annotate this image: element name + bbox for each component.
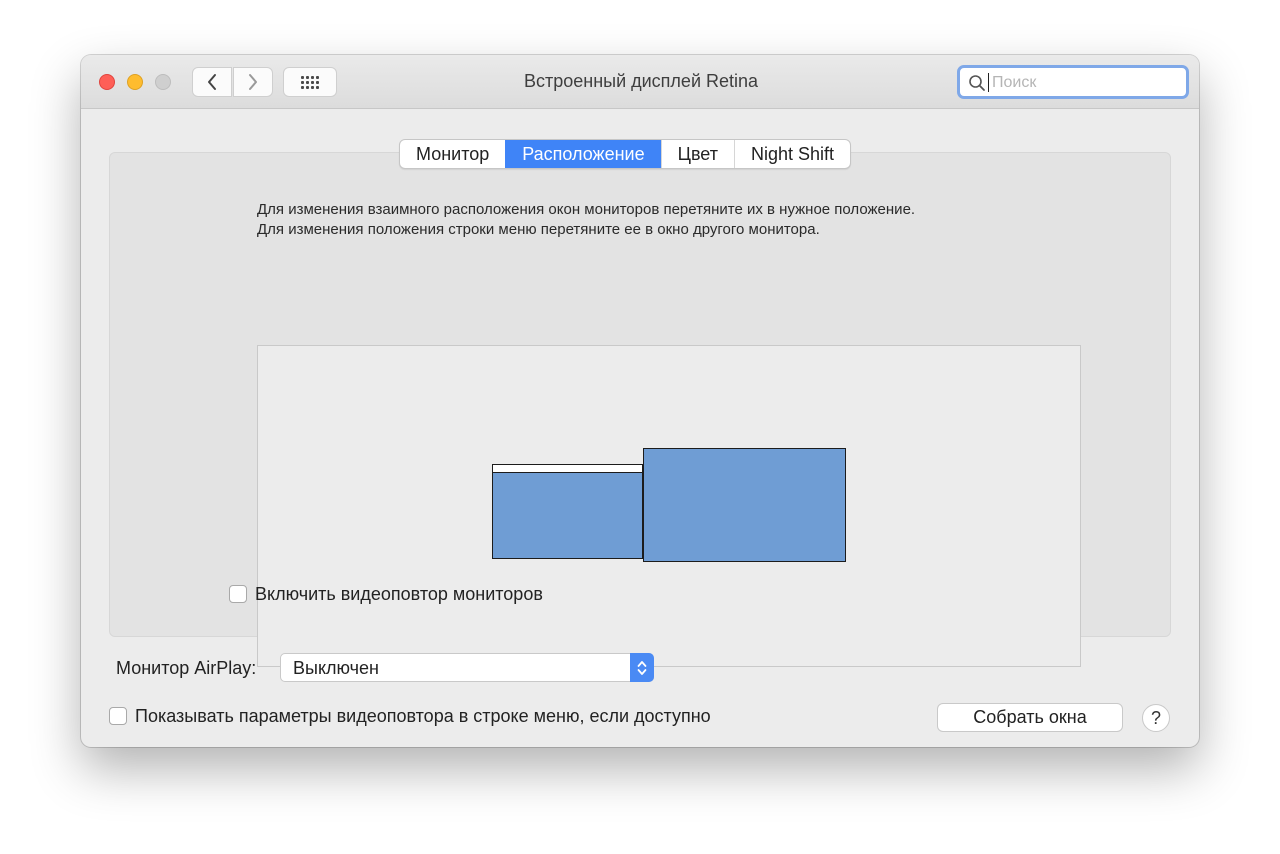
- navigation-buttons: [192, 67, 274, 97]
- close-button[interactable]: [99, 74, 115, 90]
- search-icon: [969, 75, 985, 91]
- mirror-displays-checkbox[interactable]: [229, 585, 247, 603]
- instruction-text-1: Для изменения взаимного расположения око…: [257, 201, 916, 218]
- tab-color[interactable]: Цвет: [660, 140, 734, 168]
- minimize-button[interactable]: [127, 74, 143, 90]
- menu-bar-indicator[interactable]: [493, 465, 642, 473]
- airplay-label: Монитор AirPlay:: [116, 658, 257, 678]
- gather-windows-button[interactable]: Собрать окна: [937, 703, 1123, 732]
- search-field[interactable]: [957, 65, 1189, 99]
- mirror-displays-label: Включить видеоповтор мониторов: [255, 584, 543, 604]
- chevron-right-icon: [249, 74, 257, 90]
- select-stepper[interactable]: [630, 653, 654, 682]
- zoom-button[interactable]: [155, 74, 171, 90]
- chevron-up-down-icon: [637, 660, 647, 675]
- system-preferences-window: Встроенный дисплей Retina Для изменения …: [81, 55, 1199, 747]
- grid-icon: [301, 75, 319, 89]
- tab-content-panel: Для изменения взаимного расположения око…: [109, 152, 1171, 667]
- tab-monitor[interactable]: Монитор: [400, 140, 505, 168]
- tab-arrangement[interactable]: Расположение: [505, 140, 661, 168]
- title-bar: Встроенный дисплей Retina: [81, 55, 1199, 109]
- window-title: Встроенный дисплей Retina: [523, 71, 759, 91]
- airplay-select[interactable]: Выключен: [280, 653, 654, 682]
- instruction-text-2: Для изменения положения строки меню пере…: [257, 221, 820, 238]
- built-in-display-monitor[interactable]: [492, 464, 643, 559]
- back-button[interactable]: [192, 67, 232, 97]
- display-arrangement-area[interactable]: [257, 345, 1081, 667]
- chevron-left-icon: [208, 74, 216, 90]
- forward-button[interactable]: [233, 67, 273, 97]
- show-all-button[interactable]: [283, 67, 337, 97]
- search-input[interactable]: [990, 70, 1184, 96]
- help-button[interactable]: ?: [1142, 704, 1170, 732]
- external-display-monitor[interactable]: [643, 448, 846, 562]
- text-cursor: [988, 73, 989, 92]
- show-mirroring-in-menu-label: Показывать параметры видеоповтора в стро…: [135, 706, 711, 726]
- tab-night-shift[interactable]: Night Shift: [733, 140, 850, 168]
- show-mirroring-in-menu-checkbox[interactable]: [109, 707, 127, 725]
- airplay-select-value: Выключен: [293, 658, 379, 678]
- tab-bar: Монитор Расположение Цвет Night Shift: [399, 139, 852, 169]
